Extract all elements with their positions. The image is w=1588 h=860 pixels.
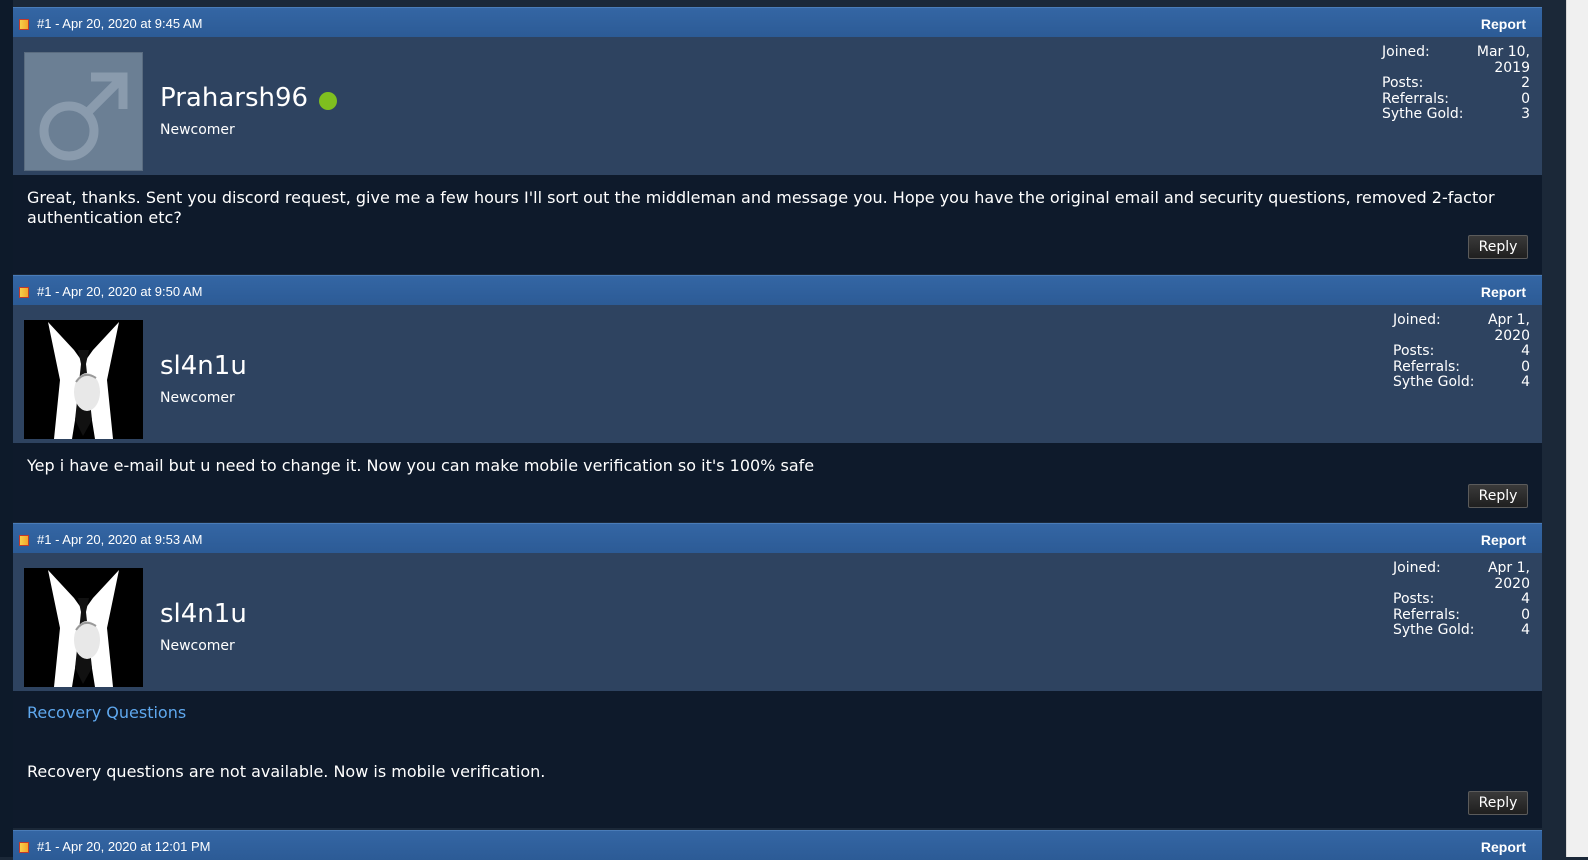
user-stats: Joined: Apr 1, 2020 Posts: 4 Referrals: 0 S… [1393, 560, 1530, 639]
report-link[interactable]: Report [1481, 284, 1526, 300]
post: #1 - Apr 20, 2020 at 9:45 AM Report Prah… [13, 7, 1542, 274]
reply-button[interactable]: Reply [1468, 484, 1528, 508]
joined-value: Mar 10, 2019 [1476, 44, 1530, 76]
referrals-label: Referrals: [1393, 358, 1460, 375]
report-link[interactable]: Report [1481, 16, 1526, 32]
report-link[interactable]: Report [1481, 532, 1526, 548]
report-link[interactable]: Report [1481, 839, 1526, 855]
joined-label: Joined: [1393, 560, 1441, 576]
posts-label: Posts: [1393, 343, 1435, 360]
post-icon [19, 287, 29, 298]
posts-value: 4 [1521, 591, 1530, 608]
post: #1 - Apr 20, 2020 at 12:01 PM Report [13, 830, 1542, 860]
user-rank: Newcomer [160, 638, 235, 654]
online-status-icon [319, 92, 337, 110]
gold-label: Sythe Gold: [1382, 106, 1464, 123]
scrollbar[interactable] [1566, 0, 1588, 857]
post-date: #1 - Apr 20, 2020 at 12:01 PM [37, 839, 211, 854]
gold-label: Sythe Gold: [1393, 374, 1475, 391]
joined-label: Joined: [1393, 312, 1441, 328]
post-header: #1 - Apr 20, 2020 at 9:50 AM Report [13, 275, 1542, 305]
referrals-value: 0 [1521, 90, 1530, 107]
joined-value: Apr 1, 2020 [1487, 560, 1530, 592]
username[interactable]: sl4n1u [160, 599, 247, 629]
user-stats: Joined: Mar 10, 2019 Posts: 2 Referrals: 0 … [1382, 44, 1530, 123]
joined-value: Apr 1, 2020 [1487, 312, 1530, 344]
referrals-label: Referrals: [1382, 90, 1449, 107]
referrals-value: 0 [1521, 606, 1530, 623]
post-message: Yep i have e-mail but u need to change i… [27, 456, 815, 475]
post-date: #1 - Apr 20, 2020 at 9:53 AM [37, 532, 203, 547]
left-margin [0, 0, 13, 857]
post: #1 - Apr 20, 2020 at 9:50 AM Report sl4n… [13, 275, 1542, 522]
post-date: #1 - Apr 20, 2020 at 9:50 AM [37, 284, 203, 299]
post-icon [19, 19, 29, 30]
reply-button[interactable]: Reply [1468, 235, 1528, 259]
post-header: #1 - Apr 20, 2020 at 12:01 PM Report [13, 830, 1542, 860]
username[interactable]: Praharsh96 [160, 83, 308, 113]
suit-tie-icon [24, 568, 143, 687]
post-message: Recovery questions are not available. No… [27, 762, 546, 781]
username[interactable]: sl4n1u [160, 351, 247, 381]
post-message: Great, thanks. Sent you discord request,… [27, 188, 1495, 227]
user-stats: Joined: Apr 1, 2020 Posts: 4 Referrals: 0 S… [1393, 312, 1530, 391]
post: #1 - Apr 20, 2020 at 9:53 AM Report sl4n… [13, 523, 1542, 828]
post-body: Yep i have e-mail but u need to change i… [13, 443, 1542, 522]
user-rank: Newcomer [160, 122, 235, 138]
post-date: #1 - Apr 20, 2020 at 9:45 AM [37, 16, 203, 31]
user-rank: Newcomer [160, 390, 235, 406]
referrals-value: 0 [1521, 358, 1530, 375]
user-panel: Praharsh96 Newcomer Joined: Mar 10, 2019 … [13, 37, 1542, 175]
gold-label: Sythe Gold: [1393, 622, 1475, 639]
suit-tie-avatar[interactable] [24, 320, 143, 439]
suit-tie-icon [24, 320, 143, 439]
posts-label: Posts: [1393, 591, 1435, 608]
post-icon [19, 535, 29, 546]
gold-value: 3 [1521, 106, 1530, 123]
post-header: #1 - Apr 20, 2020 at 9:45 AM Report [13, 7, 1542, 37]
posts-label: Posts: [1382, 75, 1424, 92]
reply-button[interactable]: Reply [1468, 791, 1528, 815]
post-icon [19, 842, 29, 853]
gold-value: 4 [1521, 622, 1530, 639]
suit-tie-avatar[interactable] [24, 568, 143, 687]
post-body: Recovery Questions Recovery questions ar… [13, 691, 1542, 828]
posts-value: 2 [1521, 75, 1530, 92]
recovery-questions-link[interactable]: Recovery Questions [27, 703, 186, 722]
posts-value: 4 [1521, 343, 1530, 360]
user-panel: sl4n1u Newcomer Joined: Apr 1, 2020 Posts… [13, 553, 1542, 691]
referrals-label: Referrals: [1393, 606, 1460, 623]
male-symbol-icon [39, 72, 128, 161]
post-body: Great, thanks. Sent you discord request,… [13, 175, 1542, 274]
gold-value: 4 [1521, 374, 1530, 391]
joined-label: Joined: [1382, 44, 1430, 60]
user-panel: sl4n1u Newcomer Joined: Apr 1, 2020 Posts… [13, 305, 1542, 443]
default-male-avatar[interactable] [24, 52, 143, 171]
post-header: #1 - Apr 20, 2020 at 9:53 AM Report [13, 523, 1542, 553]
